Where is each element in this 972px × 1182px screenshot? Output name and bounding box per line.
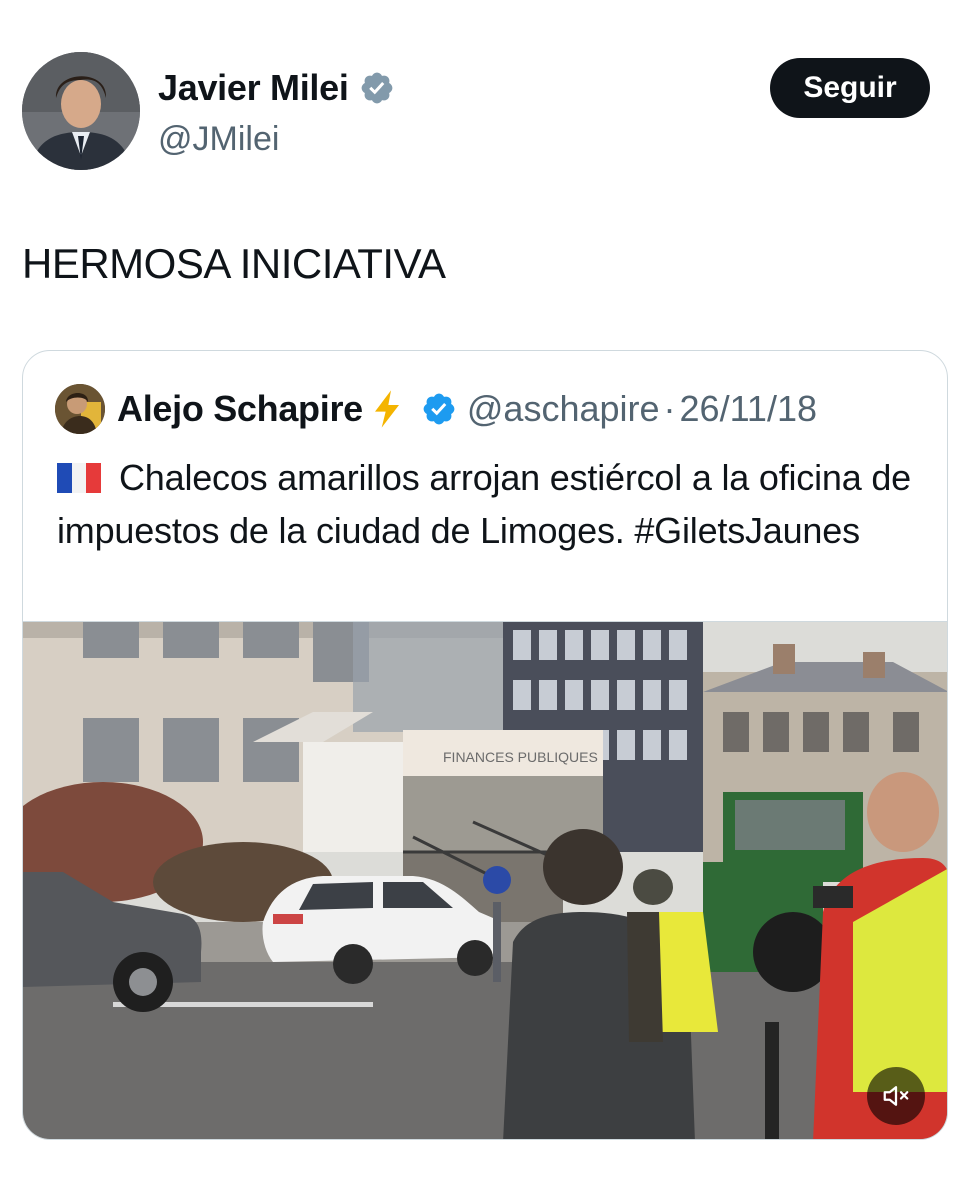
separator-dot: · [663, 388, 676, 429]
author-handle[interactable]: @JMilei [158, 120, 395, 159]
mute-button[interactable] [867, 1067, 925, 1125]
author-avatar[interactable] [22, 52, 140, 170]
quoted-tweet-header: Alejo Schapire @aschapire · 26/11/18 [55, 383, 817, 435]
quoted-tweet-date[interactable]: 26/11/18 [680, 388, 817, 430]
quoted-tweet-text: Chalecos amarillos arrojan estiércol a l… [57, 457, 911, 551]
follow-button[interactable]: Seguir [770, 58, 930, 118]
quoted-author-handle[interactable]: @aschapire [467, 388, 660, 430]
tweet-header: Javier Milei @JMilei Seguir [22, 52, 932, 172]
tweet-text: HERMOSA INICIATIVA [22, 240, 446, 287]
france-flag-icon [57, 454, 101, 493]
verified-badge-icon [361, 72, 392, 104]
video-media[interactable]: FINANCES PUBLIQUES [23, 621, 947, 1139]
quoted-verified-badge-icon [423, 393, 455, 425]
name-row: Javier Milei [158, 66, 395, 110]
quoted-author-avatar[interactable] [55, 384, 105, 434]
video-frame: FINANCES PUBLIQUES [23, 622, 947, 1139]
speaker-muted-icon [883, 1086, 909, 1106]
quoted-tweet-text-block: Chalecos amarillos arrojan estiércol a l… [57, 451, 917, 557]
author-info: Javier Milei @JMilei [158, 66, 395, 159]
author-display-name[interactable]: Javier Milei [158, 67, 349, 109]
quoted-tweet-card[interactable]: Alejo Schapire @aschapire · 26/11/18 Cha… [22, 350, 948, 1140]
lightning-bolt-icon [374, 390, 399, 428]
quoted-author-display-name[interactable]: Alejo Schapire [117, 388, 363, 430]
building-sign-text: FINANCES PUBLIQUES [443, 749, 598, 765]
